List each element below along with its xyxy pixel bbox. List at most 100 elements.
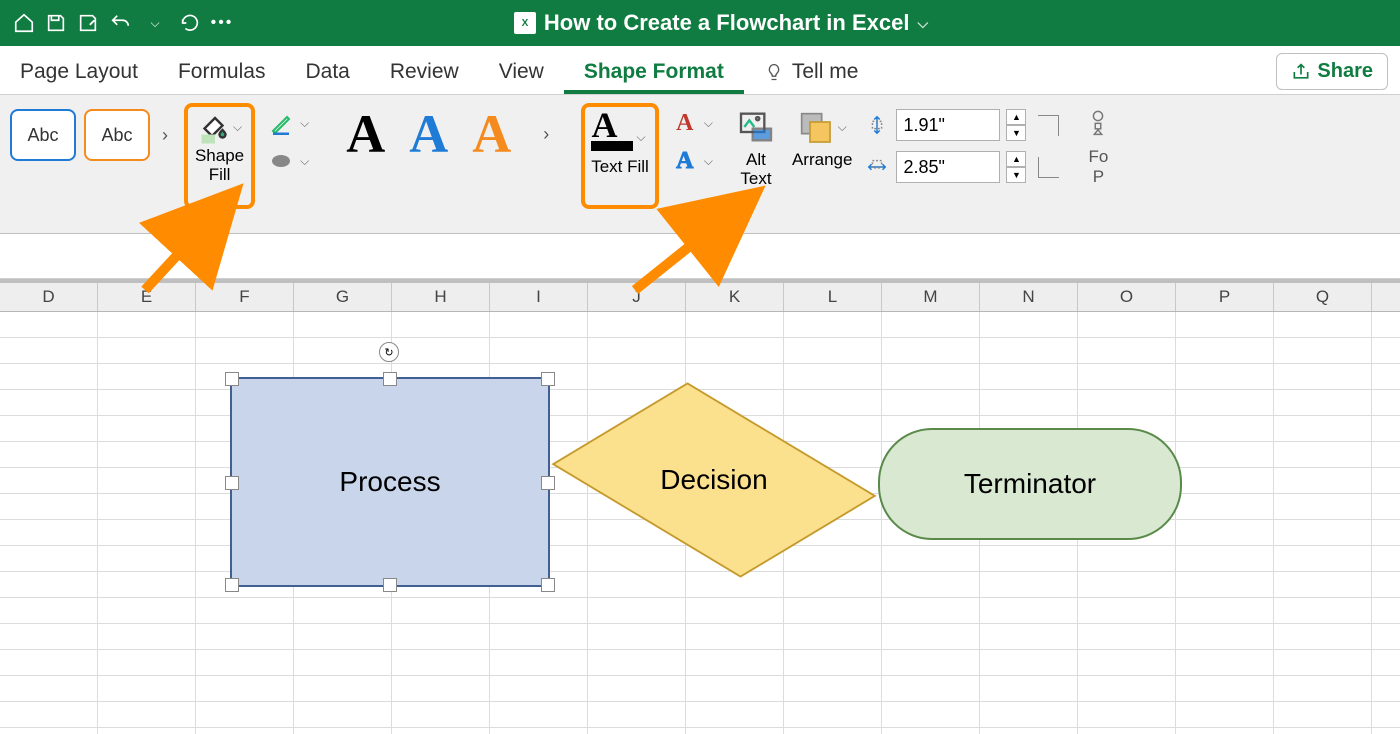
arrange-dropdown-icon[interactable]: ⌵	[835, 120, 850, 135]
shape-styles-more-icon[interactable]: ›	[154, 125, 176, 146]
size-group: ▲ ▼ ▲ ▼	[860, 103, 1063, 189]
width-icon	[864, 154, 890, 180]
height-up-button[interactable]: ▲	[1006, 109, 1026, 125]
col-header[interactable]	[1372, 283, 1400, 311]
height-down-button[interactable]: ▼	[1006, 125, 1026, 141]
shape-fill-dropdown-icon[interactable]: ⌵	[230, 120, 245, 135]
text-fill-label: Text Fill	[591, 157, 649, 177]
cell-grid[interactable]: ↻ Process Decision Terminator	[0, 312, 1400, 734]
share-label: Share	[1317, 60, 1373, 83]
home-icon[interactable]	[12, 11, 36, 35]
decision-label: Decision	[660, 464, 767, 496]
lightbulb-icon	[764, 62, 784, 82]
wordart-preset-3[interactable]: A	[472, 103, 511, 165]
process-label: Process	[339, 466, 440, 498]
effects-icon	[269, 149, 293, 173]
tab-data[interactable]: Data	[285, 50, 369, 94]
arrange-icon	[795, 107, 835, 147]
ribbon-tabs: Page Layout Formulas Data Review View Sh…	[0, 46, 1400, 95]
terminator-shape[interactable]: Terminator	[878, 428, 1182, 540]
document-title: X How to Create a Flowchart in Excel ⌵	[242, 10, 1200, 36]
tab-tell-me[interactable]: Tell me	[744, 50, 879, 94]
size-corner-icon	[1038, 115, 1059, 136]
col-header[interactable]: N	[980, 283, 1078, 311]
col-header[interactable]: Q	[1274, 283, 1372, 311]
text-fill-a-icon: A	[591, 107, 633, 143]
wordart-styles-group: A A A ›	[324, 103, 579, 213]
decision-shape[interactable]: Decision	[565, 373, 863, 587]
format-pane-icon	[1087, 107, 1109, 147]
worksheet[interactable]: D E F G H I J K L M N O P Q ↻	[0, 279, 1400, 734]
save-icon[interactable]	[44, 11, 68, 35]
tab-shape-format[interactable]: Shape Format	[564, 50, 744, 94]
shape-style-preset-2[interactable]: Abc	[84, 109, 150, 161]
arrange-label: Arrange	[792, 151, 852, 170]
resize-handle[interactable]	[225, 372, 239, 386]
alt-text-button[interactable]: Alt Text	[728, 103, 784, 192]
shape-outline-dropdown-icon[interactable]: ⌵	[297, 116, 312, 131]
height-input[interactable]	[896, 109, 1000, 141]
save-as-icon[interactable]	[76, 11, 100, 35]
tab-review[interactable]: Review	[370, 50, 479, 94]
tab-page-layout[interactable]: Page Layout	[0, 50, 158, 94]
tell-me-label: Tell me	[792, 60, 859, 84]
resize-handle[interactable]	[541, 578, 555, 592]
format-pane-button[interactable]: Fo P	[1075, 103, 1109, 187]
width-down-button[interactable]: ▼	[1006, 167, 1026, 183]
col-header[interactable]: H	[392, 283, 490, 311]
alt-text-icon	[736, 107, 776, 147]
wordart-preset-2[interactable]: A	[409, 103, 448, 165]
process-shape[interactable]: Process	[230, 377, 550, 587]
text-fill-dropdown-icon[interactable]: ⌵	[633, 130, 648, 145]
shape-effects-button[interactable]: ⌵	[263, 145, 318, 177]
resize-handle[interactable]	[541, 372, 555, 386]
terminator-label: Terminator	[964, 468, 1096, 500]
more-icon[interactable]: •••	[210, 11, 234, 35]
resize-handle[interactable]	[383, 578, 397, 592]
col-header[interactable]: I	[490, 283, 588, 311]
text-outline-a-icon: A	[673, 111, 697, 135]
shape-fill-label: Shape Fill	[195, 147, 244, 184]
arrange-button[interactable]: ⌵ Arrange	[784, 103, 860, 174]
col-header[interactable]: L	[784, 283, 882, 311]
col-header[interactable]: D	[0, 283, 98, 311]
undo-icon[interactable]	[108, 11, 132, 35]
annotation-arrow-1	[130, 180, 250, 300]
shape-outline-button[interactable]: ⌵	[263, 107, 318, 139]
pen-icon	[269, 111, 293, 135]
text-outline-button[interactable]: A ⌵	[667, 107, 722, 139]
titlebar: ⌵ ••• X How to Create a Flowchart in Exc…	[0, 0, 1400, 46]
resize-handle[interactable]	[225, 578, 239, 592]
title-text: How to Create a Flowchart in Excel	[544, 10, 910, 36]
shape-effects-dropdown-icon[interactable]: ⌵	[297, 154, 312, 169]
shape-style-preset-1[interactable]: Abc	[10, 109, 76, 161]
resize-handle[interactable]	[383, 372, 397, 386]
tab-formulas[interactable]: Formulas	[158, 50, 286, 94]
rotate-handle[interactable]: ↻	[379, 342, 399, 362]
wordart-preset-1[interactable]: A	[346, 103, 385, 165]
annotation-arrow-2	[620, 180, 770, 300]
resize-handle[interactable]	[225, 476, 239, 490]
redo-icon[interactable]	[178, 11, 202, 35]
resize-handle[interactable]	[541, 476, 555, 490]
share-button[interactable]: Share	[1276, 53, 1388, 90]
text-outline-dropdown-icon[interactable]: ⌵	[701, 116, 716, 131]
text-effects-dropdown-icon[interactable]: ⌵	[701, 154, 716, 169]
size-corner-icon-2	[1038, 157, 1059, 178]
title-dropdown-icon[interactable]: ⌵	[917, 15, 928, 32]
text-effects-button[interactable]: A ⌵	[667, 145, 722, 177]
excel-file-icon: X	[514, 12, 536, 34]
format-pane-label: Fo P	[1089, 147, 1109, 187]
col-header[interactable]: O	[1078, 283, 1176, 311]
wordart-more-icon[interactable]: ›	[535, 124, 557, 145]
text-effects-a-icon: A	[673, 149, 697, 173]
height-icon	[864, 112, 890, 138]
paint-bucket-icon	[194, 109, 230, 145]
undo-dropdown-icon[interactable]: ⌵	[140, 11, 170, 35]
tab-view[interactable]: View	[479, 50, 564, 94]
width-up-button[interactable]: ▲	[1006, 151, 1026, 167]
col-header[interactable]: P	[1176, 283, 1274, 311]
col-header[interactable]: G	[294, 283, 392, 311]
col-header[interactable]: M	[882, 283, 980, 311]
width-input[interactable]	[896, 151, 1000, 183]
